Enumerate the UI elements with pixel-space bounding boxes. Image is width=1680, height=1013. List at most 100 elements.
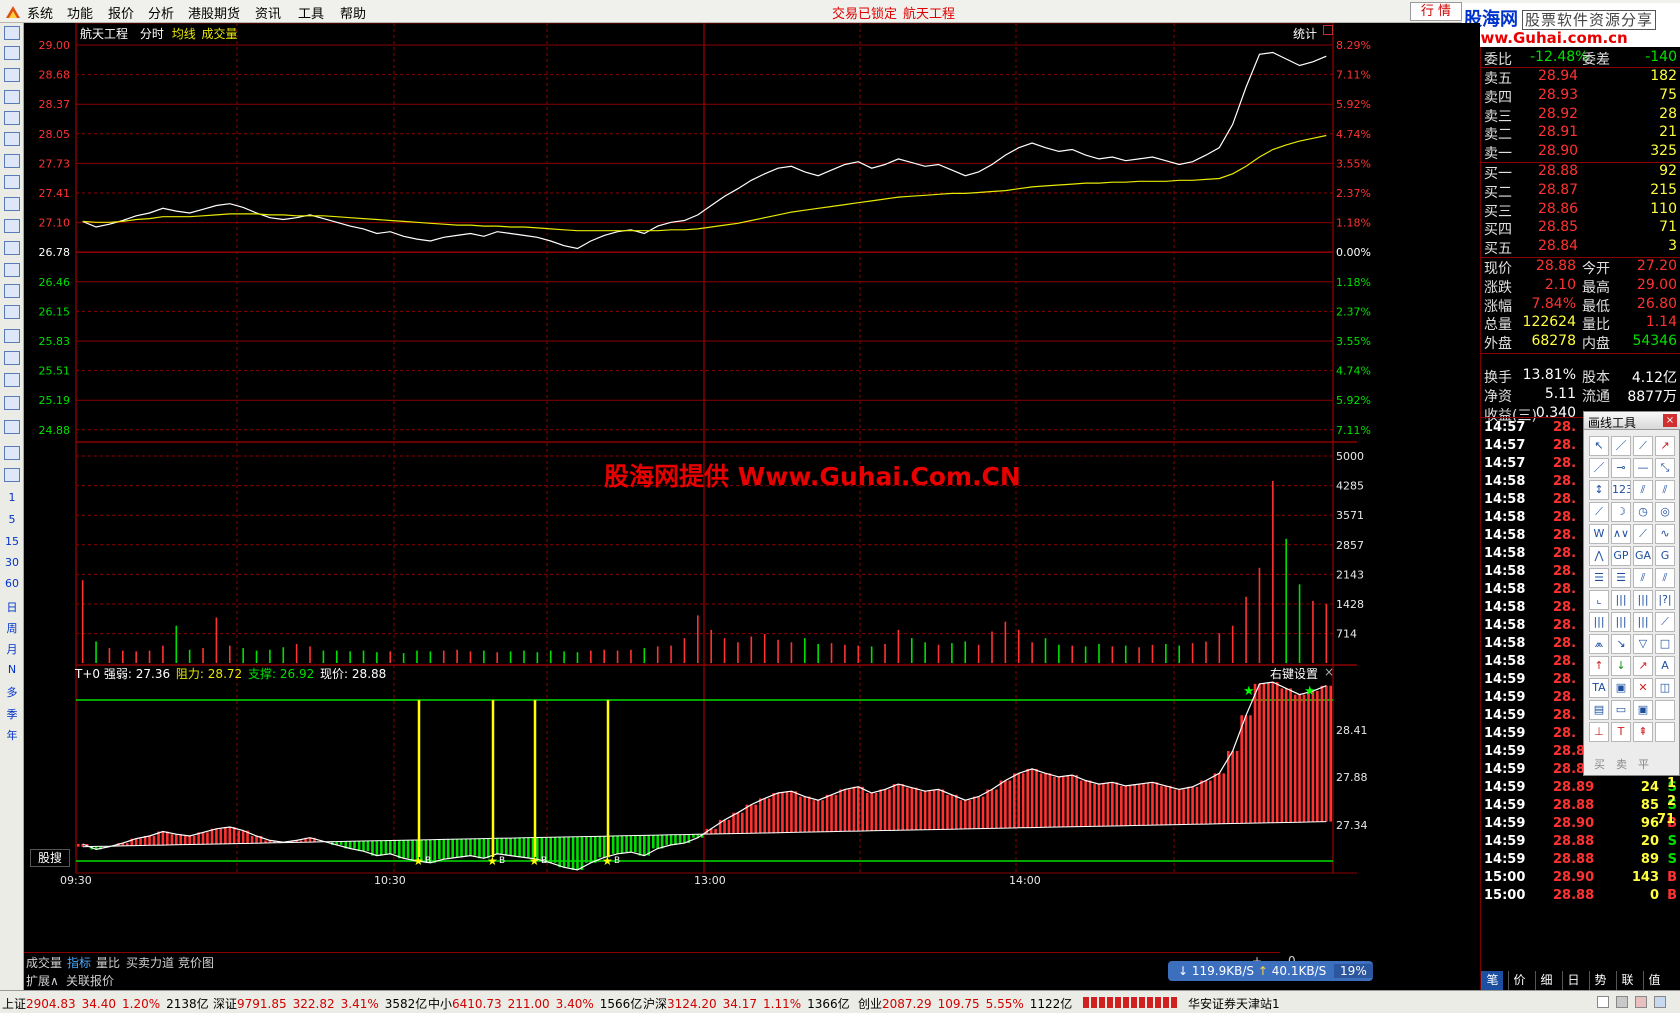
draw-tool-button-43[interactable]: A <box>1655 656 1675 676</box>
bottom-tab2-0[interactable]: 扩展∧ <box>26 972 59 989</box>
draw-tool-button-51[interactable] <box>1655 700 1675 720</box>
draw-tool-button-17[interactable]: ∧∨ <box>1611 524 1631 544</box>
stats-button[interactable]: 统计 <box>1293 25 1317 42</box>
draw-tool-button-44[interactable]: TA <box>1589 678 1609 698</box>
f10-icon[interactable] <box>4 197 20 211</box>
menu-help[interactable]: 帮助 <box>340 3 366 22</box>
menu-function[interactable]: 功能 <box>67 3 93 22</box>
draw-tool-button-9[interactable]: 123 <box>1611 480 1631 500</box>
draw-tool-button-46[interactable]: ✕ <box>1633 678 1653 698</box>
fiz-icon[interactable] <box>4 263 20 277</box>
draw-tool-button-29[interactable]: ||| <box>1611 590 1631 610</box>
trade-lock-status[interactable]: 交易已锁定 <box>832 3 897 22</box>
period-1-button[interactable]: 5 <box>1 513 23 526</box>
news-icon[interactable] <box>4 241 20 255</box>
period-8-button[interactable]: N <box>1 663 23 676</box>
draw-tool-button-13[interactable]: ☽ <box>1611 502 1631 522</box>
menu-quote[interactable]: 报价 <box>108 3 134 22</box>
bottom-tab2-1[interactable]: 关联报价 <box>66 972 114 989</box>
draw-tool-button-30[interactable]: ||| <box>1633 590 1653 610</box>
pct10-icon[interactable] <box>4 396 20 410</box>
period-5-button[interactable]: 日 <box>1 599 23 615</box>
draw-tool-button-34[interactable]: ||| <box>1633 612 1653 632</box>
menu-hk-futures[interactable]: 港股期货 <box>188 3 240 22</box>
draw-tool-button-7[interactable]: ⤡ <box>1655 458 1675 478</box>
f5-icon[interactable] <box>4 446 20 460</box>
index-quote-0[interactable]: 上证2904.83 34.40 1.20% 2138亿 <box>2 995 209 1012</box>
refresh-icon[interactable] <box>4 468 20 482</box>
wave-icon[interactable] <box>4 351 20 365</box>
right-tab-4[interactable]: 势 <box>1589 971 1611 990</box>
draw-tool-footer-2[interactable]: 平 <box>1638 756 1649 772</box>
draw-tool-button-2[interactable]: ⟋ <box>1633 436 1653 456</box>
right-tab-1[interactable]: 价 <box>1508 971 1530 990</box>
period-7-button[interactable]: 月 <box>1 641 23 657</box>
report-icon[interactable] <box>4 90 20 104</box>
draw-tool-button-47[interactable]: ◫ <box>1655 678 1675 698</box>
right-tab-6[interactable]: 值 <box>1643 971 1665 990</box>
back-arrow-icon[interactable] <box>4 26 20 40</box>
candle-chart-icon[interactable] <box>4 175 20 189</box>
draw-tool-button-22[interactable]: GA <box>1633 546 1653 566</box>
index-quote-3[interactable]: 沪深3124.20 34.17 1.11% 1366亿 <box>643 995 850 1012</box>
right-tab-5[interactable]: 联 <box>1616 971 1638 990</box>
draw-tool-footer-0[interactable]: 买 <box>1594 756 1605 772</box>
draw-tool-button-14[interactable]: ◷ <box>1633 502 1653 522</box>
period-9-button[interactable]: 多 <box>1 684 23 700</box>
draw-tool-button-36[interactable]: ⩕ <box>1589 634 1609 654</box>
right-tab-2[interactable]: 细 <box>1535 971 1557 990</box>
stock-search-button[interactable]: 股搜 <box>30 849 70 867</box>
index-quote-2[interactable]: 中小6410.73 211.00 3.40% 1566亿 <box>428 995 642 1012</box>
draw-tool-button-35[interactable]: ⟋ <box>1655 612 1675 632</box>
draw-tool-button-39[interactable]: □ <box>1655 634 1675 654</box>
draw-tool-button-19[interactable]: ∿ <box>1655 524 1675 544</box>
status-icon-2[interactable] <box>1616 996 1628 1008</box>
draw-tool-button-1[interactable]: ／ <box>1611 436 1631 456</box>
draw-tool-button-53[interactable]: T <box>1611 722 1631 742</box>
draw-tool-button-41[interactable]: ↓ <box>1611 656 1631 676</box>
period-4-button[interactable]: 60 <box>1 577 23 590</box>
draw-tool-button-24[interactable]: ☰ <box>1589 568 1609 588</box>
menu-analysis[interactable]: 分析 <box>148 3 174 22</box>
radar-icon[interactable] <box>4 284 20 298</box>
bottom-tab-2[interactable]: 量比 <box>96 954 120 971</box>
bottom-tab-4[interactable]: 竞价图 <box>178 954 214 971</box>
up-arrow-icon[interactable] <box>4 46 20 60</box>
draw-tool-button-20[interactable]: ⋀ <box>1589 546 1609 566</box>
draw-tool-footer-1[interactable]: 卖 <box>1616 756 1627 772</box>
draw-tool-button-26[interactable]: ⫽ <box>1633 568 1653 588</box>
draw-tool-button-3[interactable]: ↗ <box>1655 436 1675 456</box>
drawing-tools-close-button[interactable]: × <box>1663 414 1677 427</box>
menu-system[interactable]: 系统 <box>27 3 53 22</box>
bar-icon[interactable] <box>4 373 20 387</box>
info-icon[interactable] <box>4 219 20 233</box>
period-0-button[interactable]: 1 <box>1 491 23 504</box>
draw-tool-button-18[interactable]: ⟋ <box>1633 524 1653 544</box>
right-tab-0[interactable]: 笔 <box>1481 971 1503 990</box>
menu-info[interactable]: 资讯 <box>255 3 281 22</box>
draw-tool-button-38[interactable]: ▽ <box>1633 634 1653 654</box>
bottom-tab-3[interactable]: 买卖力道 <box>126 954 174 971</box>
draw-tool-button-27[interactable]: ⫽ <box>1655 568 1675 588</box>
down-arrow-icon[interactable] <box>4 68 20 82</box>
chart-mode[interactable]: 分时 <box>140 27 164 41</box>
period-10-button[interactable]: 季 <box>1 706 23 722</box>
window-restore-icon[interactable] <box>1323 25 1333 35</box>
bottom-tab-0[interactable]: 成交量 <box>26 954 62 971</box>
draw-tool-button-54[interactable]: ⇞ <box>1633 722 1653 742</box>
draw-tool-button-16[interactable]: W <box>1589 524 1609 544</box>
draw-tool-button-8[interactable]: ↕ <box>1589 480 1609 500</box>
draw-tool-button-49[interactable]: ▭ <box>1611 700 1631 720</box>
draw-tool-button-12[interactable]: ⟋ <box>1589 502 1609 522</box>
draw-tool-button-23[interactable]: G <box>1655 546 1675 566</box>
index-quote-1[interactable]: 深证9791.85 322.82 3.41% 3582亿 <box>213 995 427 1012</box>
period-6-button[interactable]: 周 <box>1 620 23 636</box>
draw-tool-button-37[interactable]: ↘ <box>1611 634 1631 654</box>
draw-tool-button-6[interactable]: — <box>1633 458 1653 478</box>
table-icon[interactable] <box>4 111 20 125</box>
draw-tool-button-45[interactable]: ▣ <box>1611 678 1631 698</box>
indicator-settings[interactable]: 右键设置 <box>1270 665 1318 682</box>
draw-tool-button-32[interactable]: ||| <box>1589 612 1609 632</box>
index-quote-4[interactable]: 创业2087.29 109.75 5.55% 1122亿 <box>858 995 1072 1012</box>
quote-list-icon[interactable] <box>4 132 20 146</box>
